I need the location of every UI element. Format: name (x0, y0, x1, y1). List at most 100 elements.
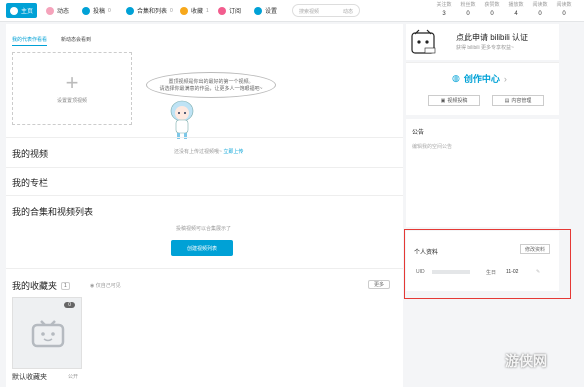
stat-label: 获赞数 (484, 2, 500, 8)
tab-upload-count: 0 (108, 7, 111, 14)
eye-icon: ◉ (90, 283, 95, 289)
upload-icon: ▣ (440, 97, 446, 104)
stat-value: 0 (538, 11, 542, 17)
tab-collection-label: 合集和列表 (137, 9, 168, 15)
notice-card: 公告 编辑我的空间公告 (406, 119, 559, 227)
divider (6, 137, 403, 138)
heart-icon (218, 6, 226, 15)
stat-label: 关注数 (436, 2, 452, 8)
tab-favorites[interactable]: 收藏 1 (176, 3, 213, 18)
tab-collection-count: 0 (170, 7, 173, 14)
tab-favorites-label: 收藏 (191, 9, 204, 15)
home-icon (10, 6, 18, 15)
favorites-title-text: 我的收藏夹 (12, 281, 58, 291)
folder-icon: ▤ (504, 97, 510, 104)
content-manage-button[interactable]: ▤ 内容管理 (492, 95, 544, 106)
collections-note: 投稿视频可以合集展示了 (176, 226, 232, 232)
highlight-box (404, 229, 571, 299)
creator-center-card: ◍ 创作中心 › ▣ 视频投稿 ▤ 内容管理 (406, 62, 559, 115)
avatar-mascot-icon (411, 29, 436, 54)
search-placeholder: 搜索视频 (299, 9, 320, 15)
bubble-line-2: 请选择你最满意的作品，让更多人一饱眼福吧~ (159, 86, 263, 92)
watermark: 游侠网 (505, 353, 547, 369)
tab-subscribe-label: 订阅 (229, 9, 242, 15)
stat-following[interactable]: 关注数 3 (434, 1, 454, 17)
stat-value: 4 (514, 11, 518, 17)
star-icon (180, 6, 188, 15)
tab-favorites-count: 1 (206, 7, 209, 14)
upload-icon (82, 6, 90, 15)
stat-plays: 播放数 4 (506, 1, 526, 17)
create-list-button[interactable]: 创建视频列表 (171, 240, 233, 256)
tab-subscribe[interactable]: 订阅 (214, 3, 245, 18)
no-videos-text: 还没有上传过视频哦~ (174, 149, 222, 155)
fav-card-status: 公开 (68, 374, 79, 380)
representative-tabs: 我的代表作看看 新动态会看到 (12, 36, 91, 46)
tab-collection[interactable]: 合集和列表 0 (122, 3, 177, 18)
stat-reads-2: 阅读数 0 (554, 1, 574, 17)
apply-certification-sub: 获得 bilibili 更多专享权益~ (456, 45, 514, 51)
gear-icon (254, 6, 262, 15)
video-submit-label: 视频投稿 (447, 98, 468, 104)
tab-new-dynamic[interactable]: 新动态会看到 (61, 36, 91, 46)
tab-home-label: 主页 (21, 9, 34, 15)
favorites-count-badge: 1 (61, 282, 70, 290)
my-favorites-title: 我的收藏夹 1 (12, 279, 70, 292)
tab-upload[interactable]: 投稿 0 (78, 3, 115, 18)
stat-label: 阅读数 (556, 2, 572, 8)
stat-reads: 阅读数 0 (530, 1, 550, 17)
divider (6, 195, 403, 196)
tv-icon (31, 320, 65, 348)
more-button[interactable]: 更多 (368, 280, 390, 289)
fav-card-name[interactable]: 默认收藏夹 (12, 372, 47, 382)
video-submit-button[interactable]: ▣ 视频投稿 (428, 95, 480, 106)
stat-likes: 获赞数 0 (482, 1, 502, 17)
stat-label: 阅读数 (532, 2, 548, 8)
main-panel: 我的代表作看看 新动态会看到 + 设置置顶视频 置顶视频是你出的最好的第一个视频… (6, 24, 403, 387)
stat-label: 粉丝数 (460, 2, 476, 8)
set-pinned-video-label: 设置置顶视频 (56, 98, 87, 104)
notice-title: 公告 (412, 130, 425, 136)
creator-center-label: 创作中心 (463, 74, 500, 84)
notice-editor[interactable]: 编辑我的空间公告 (412, 143, 452, 150)
top-nav: 主页 动态 投稿 0 合集和列表 0 收藏 1 订阅 设置 搜索视频 动态 关注… (0, 0, 584, 22)
content-manage-label: 内容管理 (511, 98, 532, 104)
bubble-line-1: 置顶视频是你出的最好的第一个视频。 (168, 79, 254, 85)
stat-label: 播放数 (508, 2, 524, 8)
stat-value: 3 (442, 11, 446, 17)
stat-followers[interactable]: 粉丝数 0 (458, 1, 478, 17)
certification-card[interactable]: 点此申请 bilibili 认证 获得 bilibili 更多专享权益~ (406, 24, 559, 60)
lightbulb-icon: ◍ (452, 73, 460, 83)
tab-representative[interactable]: 我的代表作看看 (12, 36, 48, 46)
upload-now-link[interactable]: 立即上传 (223, 149, 243, 155)
user-stats: 关注数 3 粉丝数 0 获赞数 0 播放数 4 阅读数 0 阅读数 0 (434, 1, 574, 17)
tab-upload-label: 投稿 (93, 9, 106, 15)
search-input[interactable]: 搜索视频 动态 (292, 4, 360, 17)
plus-icon: + (65, 70, 79, 95)
privacy-text: 仅自己可见 (95, 283, 121, 289)
tab-home[interactable]: 主页 (6, 3, 38, 18)
creator-center-link[interactable]: ◍ 创作中心 › (452, 72, 507, 85)
collection-icon (126, 6, 134, 15)
my-videos-note: 还没有上传过视频哦~ 立即上传 (174, 148, 243, 155)
speech-bubble: 置顶视频是你出的最好的第一个视频。 请选择你最满意的作品，让更多人一饱眼福吧~ (146, 72, 276, 98)
tab-settings[interactable]: 设置 (250, 3, 281, 18)
divider (6, 268, 403, 269)
more-label: 更多 (373, 282, 384, 288)
stat-value: 0 (490, 11, 494, 17)
fav-item-count: 0 (64, 302, 75, 308)
set-pinned-video-box[interactable]: + 设置置顶视频 (12, 52, 132, 125)
stat-value: 0 (562, 11, 566, 17)
divider (6, 167, 403, 168)
favorites-privacy: ◉ 仅自己可见 (90, 282, 121, 289)
default-favorites-card[interactable]: 0 (12, 297, 82, 369)
apply-certification-title[interactable]: 点此申请 bilibili 认证 (456, 32, 528, 43)
my-collections-title: 我的合集和视频列表 (12, 207, 94, 217)
tab-dynamic[interactable]: 动态 (42, 3, 73, 18)
tab-dynamic-label: 动态 (57, 9, 70, 15)
my-column-title: 我的专栏 (12, 178, 49, 188)
chevron-right-icon: › (503, 73, 507, 84)
my-videos-title: 我的视频 (12, 149, 49, 159)
stat-value: 0 (466, 11, 470, 17)
dynamic-icon (46, 6, 54, 15)
